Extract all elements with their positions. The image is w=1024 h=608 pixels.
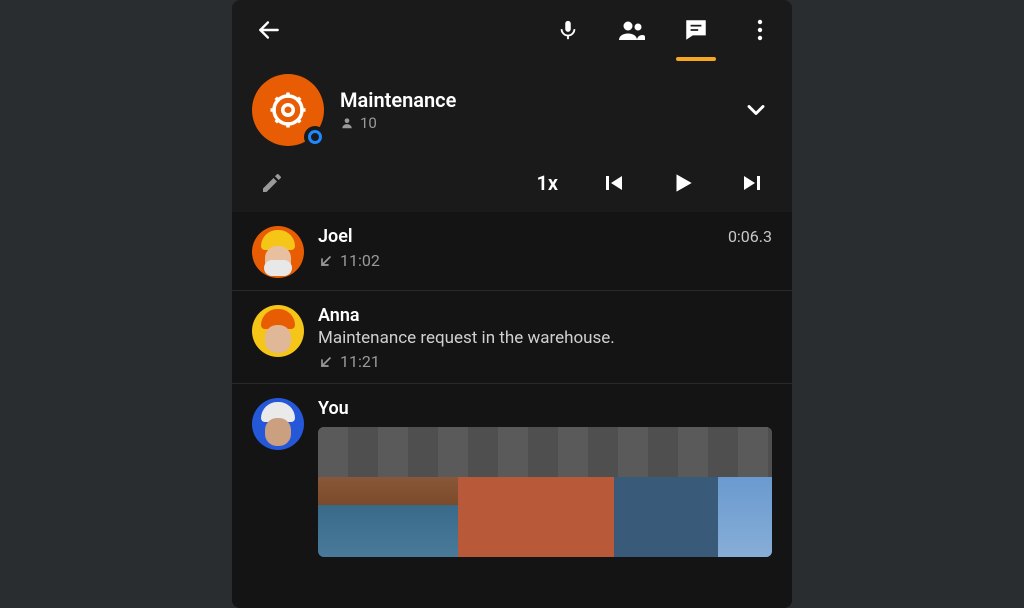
message-time: 11:02 [340,251,380,270]
overflow-menu-button[interactable] [744,18,776,42]
play-button[interactable] [670,170,696,196]
edit-button[interactable] [260,171,284,195]
playback-controls: 1x [536,170,764,196]
app-frame: Maintenance 10 1x [232,0,792,608]
channel-status-badge [304,126,326,148]
person-icon [340,116,354,130]
message-list[interactable]: Joel 0:06.3 11:02 An [232,212,792,608]
channel-header: Maintenance 10 [232,60,792,160]
playback-bar: 1x [232,160,792,212]
mic-button[interactable] [552,17,584,43]
arrow-left-icon [256,17,282,43]
image-attachment[interactable] [318,427,772,557]
sender-name: Joel [318,226,353,247]
top-actions [552,17,776,43]
member-count-value: 10 [360,114,377,132]
contacts-button[interactable] [616,18,648,42]
next-button[interactable] [740,171,764,195]
messages-tab[interactable] [680,17,712,43]
message-text: Maintenance request in the warehouse. [318,328,772,348]
sender-name: Anna [318,305,360,326]
channel-info: Maintenance 10 [340,88,726,132]
incoming-arrow-icon [318,253,334,269]
skip-previous-icon [602,171,626,195]
channel-avatar[interactable] [252,74,324,146]
message-time: 11:21 [340,352,380,371]
mic-icon [557,17,579,43]
channel-member-count: 10 [340,114,726,132]
playback-speed-button[interactable]: 1x [536,171,558,195]
avatar[interactable] [252,226,304,278]
incoming-arrow-icon [318,354,334,370]
skip-next-icon [740,171,764,195]
message-item[interactable]: Joel 0:06.3 11:02 [232,212,792,291]
active-tab-indicator [676,57,716,61]
message-meta: 11:02 [318,251,772,270]
message-meta: 11:21 [318,352,772,371]
message-duration: 0:06.3 [728,227,772,246]
chevron-down-icon [742,96,770,124]
pencil-icon [260,171,284,195]
speed-label: 1x [536,171,558,195]
previous-button[interactable] [602,171,626,195]
people-icon [617,18,647,42]
top-bar [232,0,792,60]
avatar[interactable] [252,398,304,450]
play-icon [670,170,696,196]
message-item[interactable]: You [232,384,792,569]
more-vert-icon [757,18,763,42]
expand-channel-button[interactable] [742,96,770,124]
channel-name: Maintenance [340,88,726,112]
gear-wrench-icon [267,89,309,131]
message-item[interactable]: Anna Maintenance request in the warehous… [232,291,792,384]
back-button[interactable] [256,17,282,43]
avatar[interactable] [252,305,304,357]
chat-icon [683,17,709,43]
sender-name: You [318,398,349,419]
